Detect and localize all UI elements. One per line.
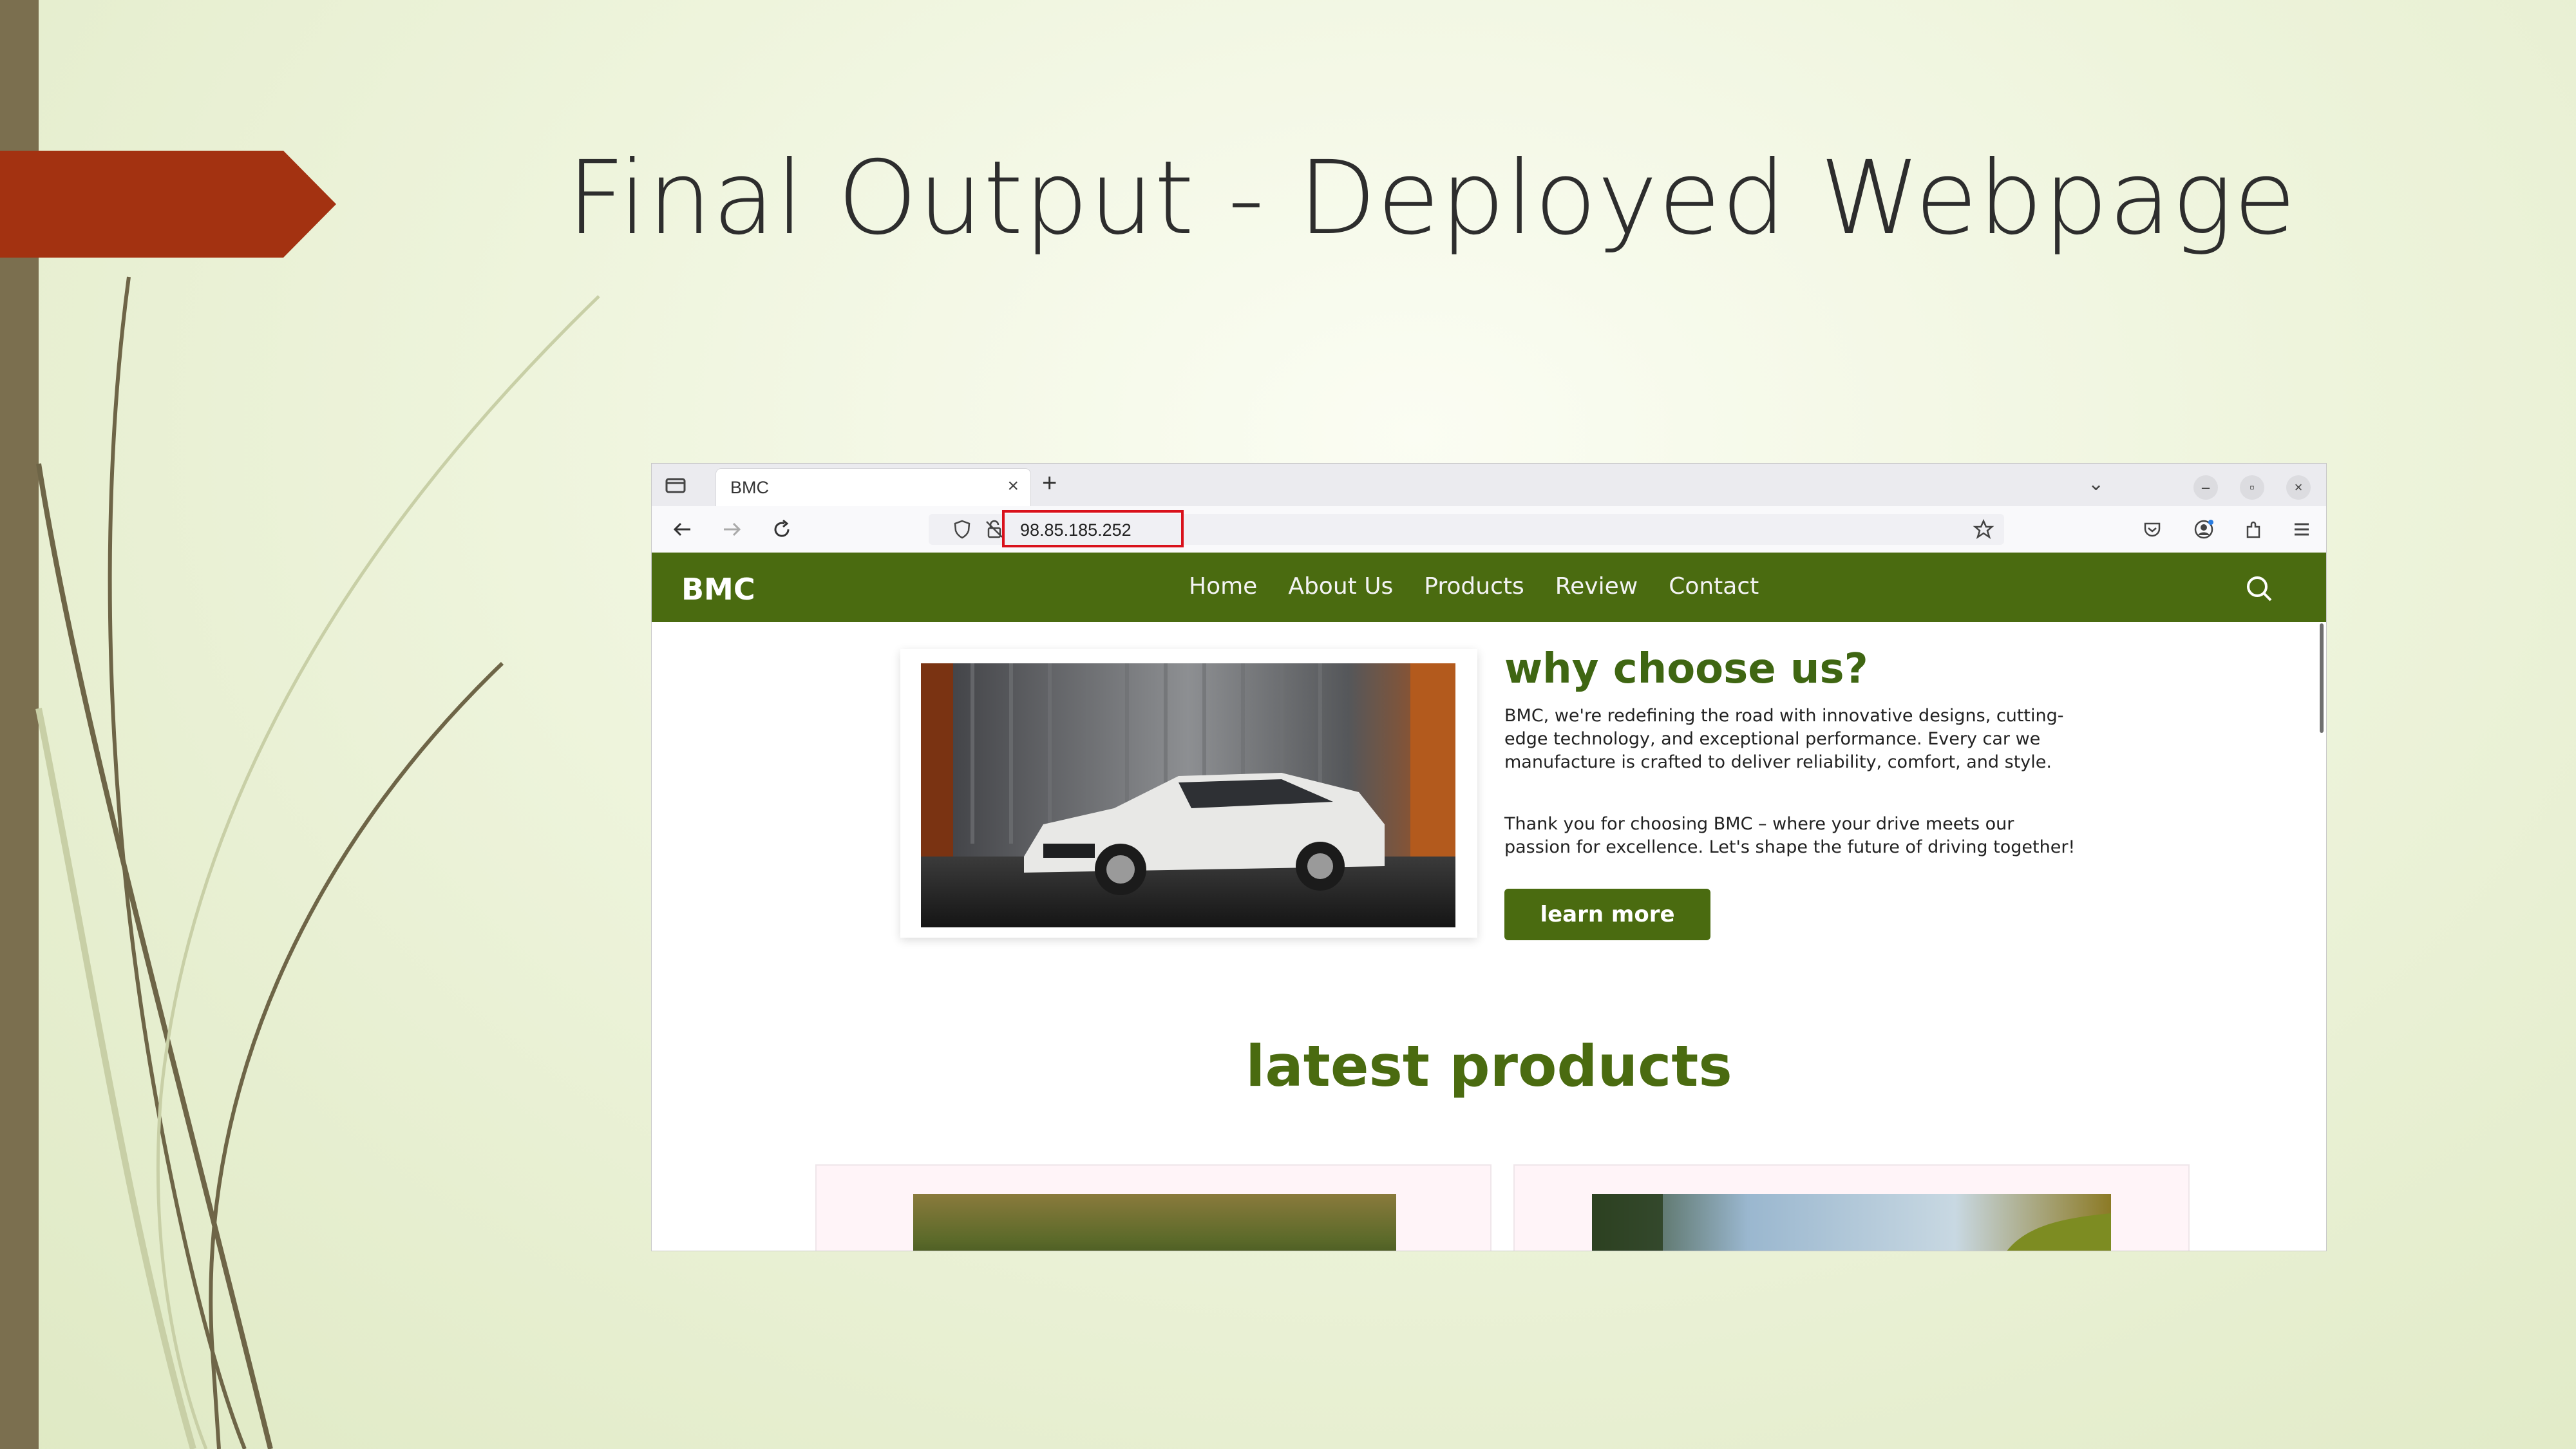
nav-review[interactable]: Review bbox=[1555, 573, 1638, 600]
new-tab-button[interactable]: + bbox=[1042, 469, 1057, 498]
nav-contact[interactable]: Contact bbox=[1669, 573, 1759, 600]
car-photo bbox=[921, 663, 1455, 927]
browser-tab[interactable]: BMC × bbox=[716, 469, 1030, 506]
site-nav: Home About Us Products Review Contact bbox=[1189, 573, 1759, 600]
bookmark-star-icon[interactable] bbox=[1972, 518, 1995, 541]
extensions-icon[interactable] bbox=[2242, 518, 2266, 541]
url-text[interactable]: 98.85.185.252 bbox=[1020, 520, 1132, 540]
reload-icon[interactable] bbox=[770, 518, 793, 541]
product-image bbox=[1592, 1194, 2111, 1251]
slide-arrow-tag bbox=[0, 151, 336, 258]
car-image-card bbox=[900, 649, 1477, 938]
nav-products[interactable]: Products bbox=[1424, 573, 1524, 600]
tab-list-icon[interactable] bbox=[663, 474, 688, 496]
minimize-button[interactable]: – bbox=[2193, 475, 2218, 500]
product-card[interactable] bbox=[1515, 1166, 2188, 1251]
page-scrollbar[interactable] bbox=[2320, 623, 2324, 733]
restore-button[interactable]: ▫ bbox=[2240, 475, 2264, 500]
why-paragraph-2: Thank you for choosing BMC – where your … bbox=[1504, 814, 2076, 857]
close-window-button[interactable]: × bbox=[2286, 475, 2311, 500]
nav-about-us[interactable]: About Us bbox=[1288, 573, 1393, 600]
nav-home[interactable]: Home bbox=[1189, 573, 1257, 600]
learn-more-button[interactable]: learn more bbox=[1504, 889, 1710, 940]
pocket-icon[interactable] bbox=[2141, 518, 2164, 541]
search-icon[interactable] bbox=[2242, 572, 2276, 605]
back-arrow-icon[interactable] bbox=[671, 518, 694, 541]
browser-toolbar: 98.85.185.252 bbox=[652, 506, 2326, 553]
site-logo[interactable]: BMC bbox=[681, 572, 755, 607]
webpage-screenshot: BMC × + ⌄ – ▫ × 98.85.185.252 BMC Home A… bbox=[652, 464, 2326, 1251]
site-header: BMC Home About Us Products Review Contac… bbox=[652, 553, 2326, 622]
shield-icon[interactable] bbox=[951, 518, 974, 541]
account-icon[interactable] bbox=[2192, 518, 2215, 541]
hamburger-menu-icon[interactable] bbox=[2290, 518, 2313, 541]
chevron-down-icon[interactable]: ⌄ bbox=[2088, 473, 2104, 495]
slide-title: Final Output - Deployed Webpage bbox=[567, 139, 2297, 258]
tab-title: BMC bbox=[730, 478, 769, 497]
forward-arrow-icon[interactable] bbox=[720, 518, 743, 541]
browser-tab-bar: BMC × + ⌄ – ▫ × bbox=[652, 464, 2326, 506]
latest-products-heading: latest products bbox=[1245, 1033, 1732, 1099]
product-image bbox=[913, 1194, 1396, 1251]
why-choose-us-heading: why choose us? bbox=[1504, 645, 1868, 693]
tab-close-icon[interactable]: × bbox=[1007, 475, 1019, 497]
product-card[interactable] bbox=[817, 1166, 1490, 1251]
why-paragraph-1: BMC, we're redefining the road with inno… bbox=[1504, 706, 2064, 772]
